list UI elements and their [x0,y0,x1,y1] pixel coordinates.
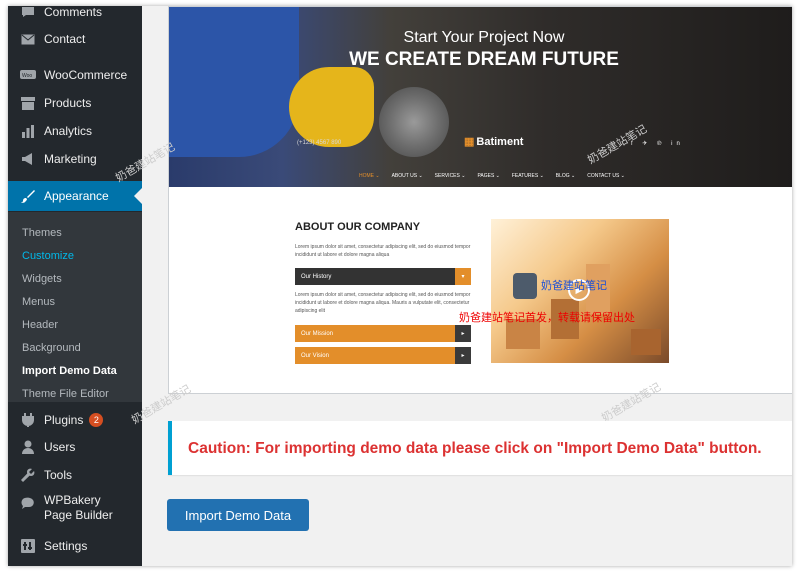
submenu-import-demo-data[interactable]: Import Demo Data [22,365,117,377]
sidebar-item-label: Products [44,96,92,110]
sidebar-item-label: Marketing [44,152,97,166]
logo-text: Batiment [476,136,524,148]
submenu-background[interactable]: Background [22,342,81,354]
appearance-submenu: Themes Customize Widgets Menus Header Ba… [8,212,142,402]
bar-chart-icon [20,123,36,139]
submenu-widgets[interactable]: Widgets [22,273,62,285]
mail-icon [20,31,36,47]
accordion-our-mission: Our Mission ▸ [295,325,471,342]
sidebar-item-products[interactable]: Products [8,90,142,116]
accordion-our-history: Our History ▾ [295,268,471,285]
nav-services: SERVICES ⌄ [434,173,466,179]
sidebar-item-tools[interactable]: Tools [8,462,142,488]
comments-icon [20,6,36,20]
sidebar-item-wpbakery[interactable]: WPBakery Page Builder [8,490,142,530]
accordion-our-vision: Our Vision ▸ [295,347,471,364]
demo-preview: Start Your Project Now WE CREATE DREAM F… [168,6,792,394]
logo-icon: ▦ [464,136,475,148]
hero-phone: (+123) 4567 890 [297,140,342,146]
sidebar-item-plugins[interactable]: Plugins 2 [8,407,142,433]
sidebar-item-label: WPBakery Page Builder [44,493,113,522]
nav-about: ABOUT US ⌄ [391,173,423,179]
settings-icon [20,538,36,554]
chevron-down-icon: ▾ [455,268,471,285]
submenu-customize[interactable]: Customize [22,250,74,262]
submenu-menus[interactable]: Menus [22,296,55,308]
sidebar-item-label: WooCommerce [44,68,128,82]
chevron-right-icon: ▸ [455,325,471,342]
users-icon [20,439,36,455]
submenu-themes[interactable]: Themes [22,227,62,239]
nav-pages: PAGES ⌄ [477,173,500,179]
submenu-theme-file-editor[interactable]: Theme File Editor [22,388,109,400]
accordion-label: Our Vision [301,352,329,359]
paintbrush-icon [20,188,36,204]
admin-window: Comments Contact Woo WooCommerce Product… [8,6,792,566]
nav-contact: CONTACT US ⌄ [587,173,625,179]
accordion-label: Our History [301,273,332,280]
hero-subtitle: Start Your Project Now [403,29,565,46]
sidebar-item-woocommerce[interactable]: Woo WooCommerce [8,62,142,88]
about-text: Lorem ipsum dolor sit amet, consectetur … [295,244,471,258]
watermark-avatar [513,273,537,299]
admin-sidebar: Comments Contact Woo WooCommerce Product… [8,6,142,566]
caution-text: Caution: For importing demo data please … [188,440,762,457]
sidebar-item-label: Analytics [44,124,93,138]
sidebar-item-analytics[interactable]: Analytics [8,118,142,144]
wrench-icon [20,467,36,483]
sidebar-item-appearance[interactable]: Appearance [8,181,142,211]
chevron-right-icon: ▸ [455,347,471,364]
hero-social-icons: f ✈ ℗ in [631,141,684,147]
plugin-icon [20,412,36,428]
sidebar-item-label: Settings [44,539,88,553]
import-demo-data-button[interactable]: Import Demo Data [167,499,309,531]
nav-blog: BLOG ⌄ [555,173,576,179]
update-count-badge: 2 [89,413,104,427]
watermark-text: 奶爸建站笔记 [541,280,607,292]
sidebar-item-label: Appearance [44,189,109,203]
sidebar-item-label: Contact [44,32,86,46]
megaphone-icon [20,151,36,167]
hero-nav: HOME ⌄ ABOUT US ⌄ SERVICES ⌄ PAGES ⌄ FEA… [359,173,625,179]
sidebar-item-label: Comments [44,6,103,19]
preview-hero: Start Your Project Now WE CREATE DREAM F… [169,7,792,187]
hero-grinder [379,87,449,157]
accordion-label: Our Mission [301,330,334,337]
submenu-header[interactable]: Header [22,319,58,331]
about-text-2: Lorem ipsum dolor sit amet, consectetur … [295,292,471,314]
about-title: ABOUT OUR COMPANY [295,221,421,233]
watermark-red-text: 奶爸建站笔记首发，转载请保留出处 [459,312,635,324]
sidebar-item-settings[interactable]: Settings [8,533,142,559]
woocommerce-icon: Woo [20,67,36,83]
hero-logo: ▦ Batiment [464,135,523,148]
wpbakery-icon [20,495,36,511]
nav-home: HOME ⌄ [359,173,380,179]
hero-title: WE CREATE DREAM FUTURE [349,49,619,70]
sidebar-item-label: Tools [44,468,73,482]
sidebar-item-users[interactable]: Users [8,434,142,460]
caution-notice: Caution: For importing demo data please … [168,421,792,475]
sidebar-item-label: Users [44,440,76,454]
archive-icon [20,95,36,111]
sidebar-item-comments[interactable]: Comments [8,6,142,25]
sidebar-item-label: Plugins [44,413,84,427]
nav-features: FEATURES ⌄ [511,173,544,179]
svg-text:Woo: Woo [22,73,32,79]
hero-glove [289,67,374,147]
sidebar-item-contact[interactable]: Contact [8,26,142,52]
